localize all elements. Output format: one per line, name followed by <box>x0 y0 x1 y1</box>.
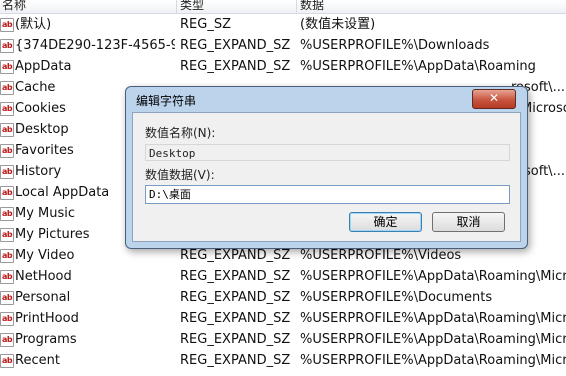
string-value-icon: ab <box>0 165 14 179</box>
value-name: Recent <box>15 353 60 368</box>
value-data: %USERPROFILE%\Documents <box>300 290 493 305</box>
string-value-icon: ab <box>0 270 14 284</box>
value-name: {374DE290-123F-4565-91... <box>15 38 175 53</box>
list-item[interactable]: ab Programs REG_EXPAND_SZ %USERPROFILE%\App… <box>0 329 566 350</box>
string-value-icon: ab <box>0 81 14 95</box>
string-value-icon: ab <box>0 312 14 326</box>
close-icon: ✕ <box>488 91 500 105</box>
value-data: %USERPROFILE%\AppData\Roaming\Microso <box>300 311 566 326</box>
string-value-icon: ab <box>0 39 14 53</box>
value-name: Programs <box>15 332 77 347</box>
dialog-title: 编辑字符串 <box>136 94 197 108</box>
close-button[interactable]: ✕ <box>472 89 516 109</box>
dialog-body: 数值名称(N): Desktop 数值数据(V): D:\桌面 确定 取消 <box>132 112 521 242</box>
value-name: PrintHood <box>15 311 79 326</box>
value-name: (默认) <box>15 17 52 32</box>
list-item[interactable]: ab Recent REG_EXPAND_SZ %USERPROFILE%\AppDa… <box>0 350 566 371</box>
value-type: REG_EXPAND_SZ <box>180 353 291 368</box>
string-value-icon: ab <box>0 354 14 368</box>
list-header: 名称 类型 数据 <box>0 0 566 14</box>
list-item[interactable]: ab AppData REG_EXPAND_SZ %USERPROFILE%\AppD… <box>0 56 566 77</box>
string-value-icon: ab <box>0 249 14 263</box>
value-type: REG_EXPAND_SZ <box>180 290 291 305</box>
value-data: %USERPROFILE%\AppData\Roaming <box>300 59 536 74</box>
column-header-type[interactable]: 类型 <box>180 0 204 12</box>
value-name-label: 数值名称(N): <box>145 126 216 140</box>
value-data: %USERPROFILE%\Downloads <box>300 38 490 53</box>
ok-button[interactable]: 确定 <box>349 212 422 232</box>
string-value-icon: ab <box>0 333 14 347</box>
string-value-icon: ab <box>0 228 14 242</box>
value-name: Personal <box>15 290 71 305</box>
value-name: NetHood <box>15 269 72 284</box>
column-separator[interactable] <box>296 0 297 13</box>
string-value-icon: ab <box>0 60 14 74</box>
value-data: %USERPROFILE%\AppData\Roaming\Microso <box>300 332 566 347</box>
cancel-button[interactable]: 取消 <box>432 212 505 232</box>
list-item[interactable]: ab Personal REG_EXPAND_SZ %USERPROFILE%\Doc… <box>0 287 566 308</box>
value-data: %USERPROFILE%\AppData\Roaming\Microso <box>300 353 566 368</box>
column-separator[interactable] <box>176 0 177 13</box>
value-type: REG_EXPAND_SZ <box>180 311 291 326</box>
list-item[interactable]: ab NetHood REG_EXPAND_SZ %USERPROFILE%\AppD… <box>0 266 566 287</box>
string-value-icon: ab <box>0 123 14 137</box>
value-type: REG_EXPAND_SZ <box>180 59 291 74</box>
list-item[interactable]: ab (默认) REG_SZ (数值未设置) <box>0 14 566 35</box>
list-item[interactable]: ab{374DE290-123F-4565-91... REG_EXPAND_SZ… <box>0 35 566 56</box>
column-header-data[interactable]: 数据 <box>300 0 324 12</box>
value-data-input[interactable]: D:\桌面 <box>145 185 510 204</box>
edit-string-dialog: 编辑字符串 ✕ 数值名称(N): Desktop 数值数据(V): D:\桌面 … <box>125 86 528 249</box>
string-value-icon: ab <box>0 291 14 305</box>
string-value-icon: ab <box>0 207 14 221</box>
value-data: %USERPROFILE%\AppData\Roaming\Microso <box>300 269 566 284</box>
value-type: REG_EXPAND_SZ <box>180 38 291 53</box>
string-value-icon: ab <box>0 18 14 32</box>
value-data: (数值未设置) <box>300 17 376 32</box>
list-item[interactable]: ab PrintHood REG_EXPAND_SZ %USERPROFILE%\Ap… <box>0 308 566 329</box>
value-type: REG_SZ <box>180 17 231 32</box>
column-header-name[interactable]: 名称 <box>2 0 26 12</box>
value-name: AppData <box>15 59 72 74</box>
string-value-icon: ab <box>0 186 14 200</box>
value-type: REG_EXPAND_SZ <box>180 269 291 284</box>
string-value-icon: ab <box>0 102 14 116</box>
value-name-field: Desktop <box>145 144 510 161</box>
value-type: REG_EXPAND_SZ <box>180 332 291 347</box>
string-value-icon: ab <box>0 144 14 158</box>
value-data-label: 数值数据(V): <box>145 168 215 182</box>
